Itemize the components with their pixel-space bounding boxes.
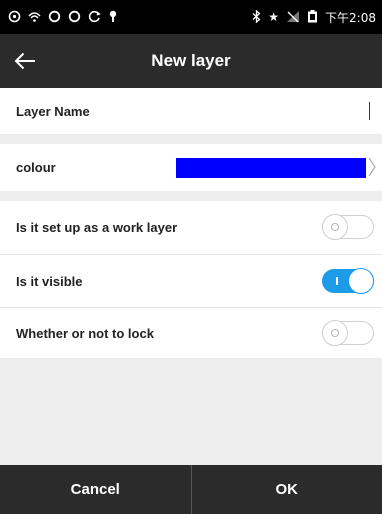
toggle-on-icon	[336, 277, 338, 285]
sync-icon	[68, 10, 81, 25]
battery-icon	[307, 9, 318, 25]
layer-name-label: Layer Name	[16, 103, 90, 119]
work-layer-row: Is it set up as a work layer	[0, 201, 382, 254]
status-left-icons	[8, 10, 118, 25]
toggle-thumb	[322, 320, 348, 346]
bottom-action-bar: Cancel OK	[0, 465, 382, 514]
visible-row: Is it visible	[0, 255, 382, 307]
layer-name-field[interactable]: Layer Name	[0, 88, 382, 134]
text-cursor	[369, 102, 370, 120]
toggle-thumb	[348, 268, 374, 294]
toggle-thumb	[322, 214, 348, 240]
sync-icon	[48, 10, 61, 25]
page-title: New layer	[151, 51, 231, 70]
bluetooth-icon	[252, 9, 261, 25]
cancel-button[interactable]: Cancel	[0, 465, 191, 514]
lock-label: Whether or not to lock	[16, 325, 154, 341]
colour-label: colour	[16, 160, 56, 175]
gear-icon	[88, 10, 101, 25]
back-button[interactable]	[8, 44, 42, 78]
app-bar: New layer	[0, 34, 382, 88]
toggle-off-icon	[331, 329, 339, 337]
lock-toggle[interactable]	[322, 320, 374, 346]
lock-row: Whether or not to lock	[0, 308, 382, 358]
chat-icon	[8, 10, 21, 25]
location-icon	[108, 10, 118, 25]
signal-icon	[28, 10, 41, 25]
chevron-right-icon	[368, 156, 376, 183]
colour-row[interactable]: colour	[0, 144, 382, 191]
ok-button[interactable]: OK	[192, 465, 382, 514]
star-icon: ★	[268, 10, 280, 24]
visible-toggle[interactable]	[322, 268, 374, 294]
work-layer-toggle[interactable]	[322, 214, 374, 240]
visible-label: Is it visible	[16, 273, 83, 289]
status-right-icons: ★ 下午2:08	[252, 9, 376, 26]
work-layer-label: Is it set up as a work layer	[16, 220, 178, 235]
toggle-off-icon	[331, 223, 339, 231]
status-bar: ★ 下午2:08	[0, 0, 382, 34]
arrow-left-icon	[14, 52, 35, 70]
no-signal-icon	[286, 10, 300, 25]
status-time: 下午2:08	[325, 10, 376, 25]
colour-swatch[interactable]	[176, 158, 366, 178]
